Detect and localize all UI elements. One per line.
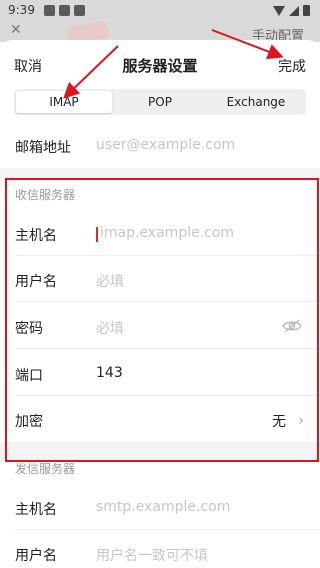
section-gap <box>0 168 320 178</box>
protocol-segmented-control: IMAP POP Exchange <box>14 89 306 115</box>
username-label: 用户名 <box>15 548 57 564</box>
text-cursor <box>96 227 98 242</box>
email-field[interactable]: user@example.com <box>96 137 235 153</box>
incoming-password-input[interactable]: 必填 <box>96 318 124 338</box>
signal-icon <box>289 5 299 16</box>
server-settings-sheet: 取消 服务器设置 完成 IMAP POP Exchange 邮箱地址 user@… <box>0 40 320 568</box>
encryption-label: 加密 <box>15 414 43 430</box>
port-label: 端口 <box>15 368 43 384</box>
outgoing-host-input[interactable]: smtp.example.com <box>96 499 230 515</box>
host-label: 主机名 <box>15 502 57 518</box>
chevron-right-icon: › <box>298 411 304 429</box>
username-label: 用户名 <box>15 274 57 290</box>
outgoing-username-input[interactable]: 用户名一致可不填 <box>96 545 208 565</box>
email-label: 邮箱地址 <box>15 140 71 156</box>
host-label: 主机名 <box>15 228 57 244</box>
status-time: 9:39 <box>8 3 35 17</box>
tab-imap[interactable]: IMAP <box>16 91 112 113</box>
notification-icons <box>44 5 85 16</box>
incoming-username-row[interactable]: 用户名 必填 <box>0 256 320 302</box>
eye-off-icon[interactable] <box>282 319 302 333</box>
incoming-host-input[interactable]: imap.example.com <box>100 225 234 241</box>
battery-icon <box>303 5 310 16</box>
nav-bar: 取消 服务器设置 完成 <box>0 40 320 84</box>
outgoing-host-row[interactable]: 主机名 smtp.example.com <box>0 484 320 530</box>
incoming-password-row[interactable]: 密码 必填 <box>0 303 320 349</box>
tab-pop[interactable]: POP <box>112 91 208 113</box>
system-icons <box>273 5 310 16</box>
page-title: 服务器设置 <box>122 57 198 75</box>
incoming-username-input[interactable]: 必填 <box>96 271 124 291</box>
wifi-icon <box>273 5 285 16</box>
incoming-port-row[interactable]: 端口 143 <box>0 350 320 396</box>
outgoing-section-title: 发信服务器 <box>15 462 76 476</box>
status-bar: 9:39 <box>0 0 320 22</box>
encryption-value: 无 <box>272 414 286 430</box>
incoming-host-row[interactable]: 主机名 imap.example.com <box>0 210 320 256</box>
divider <box>15 348 320 349</box>
done-button[interactable]: 完成 <box>278 56 306 76</box>
close-icon: ✕ <box>10 22 22 38</box>
app-notification-icon <box>44 5 55 16</box>
section-gap <box>0 442 320 460</box>
app-notification-icon <box>59 5 70 16</box>
tab-exchange[interactable]: Exchange <box>208 91 304 113</box>
divider <box>15 301 320 302</box>
background-page: ✕ 手动配置 <box>0 20 320 46</box>
password-label: 密码 <box>15 321 43 337</box>
incoming-port-input[interactable]: 143 <box>96 365 123 381</box>
email-row[interactable]: 邮箱地址 user@example.com <box>0 122 320 168</box>
app-notification-icon <box>74 5 85 16</box>
incoming-encryption-row[interactable]: 加密 无 › <box>0 396 320 442</box>
incoming-section-title: 收信服务器 <box>15 188 76 202</box>
outgoing-username-row[interactable]: 用户名 用户名一致可不填 <box>0 530 320 568</box>
